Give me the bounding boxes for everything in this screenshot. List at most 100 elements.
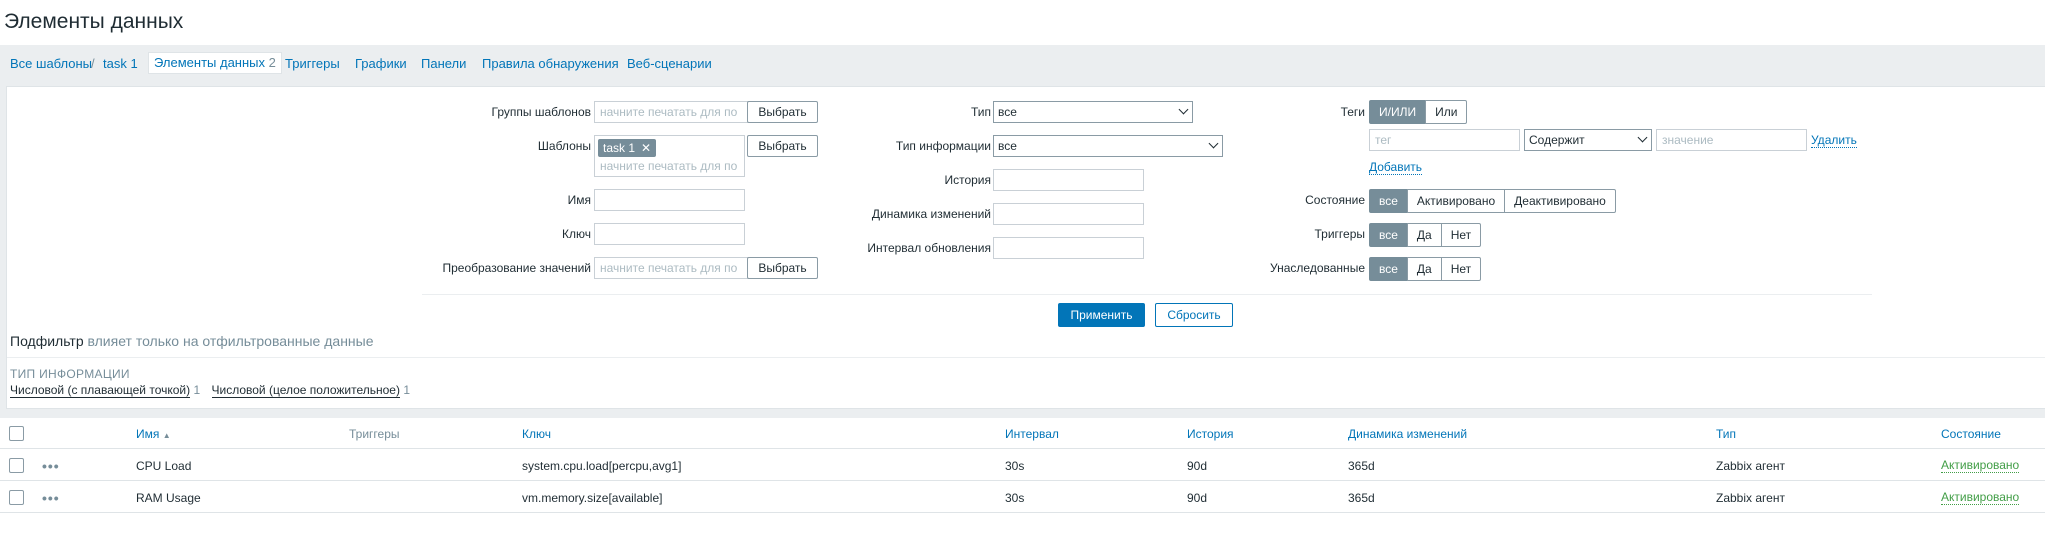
state-option-disabled[interactable]: Деактивировано bbox=[1504, 189, 1616, 213]
state-option-all[interactable]: все bbox=[1369, 189, 1408, 213]
preprocessing-label: Преобразование значений bbox=[442, 261, 591, 275]
item-history: 90d bbox=[1187, 491, 1208, 505]
chip-remove-icon[interactable]: ✕ bbox=[641, 141, 651, 155]
preprocessing-select-button[interactable]: Выбрать bbox=[747, 257, 818, 279]
item-key: system.cpu.load[percpu,avg1] bbox=[522, 459, 682, 473]
apply-button[interactable]: Применить bbox=[1058, 303, 1145, 327]
templates-search-input[interactable]: начните печатать для по bbox=[600, 159, 740, 173]
triggers-label: Триггеры bbox=[1314, 227, 1366, 241]
tab-web[interactable]: Веб-сценарии bbox=[627, 56, 712, 71]
history-label: История bbox=[944, 173, 991, 187]
tag-remove-link[interactable]: Удалить bbox=[1811, 134, 1857, 148]
tab-discovery[interactable]: Правила обнаружения bbox=[482, 56, 619, 71]
tag-value-input[interactable]: значение bbox=[1656, 129, 1807, 151]
interval-input[interactable] bbox=[993, 237, 1144, 259]
tag-operator-value: Содержит bbox=[1529, 133, 1585, 147]
tab-dashboards[interactable]: Панели bbox=[421, 56, 466, 71]
tags-label: Теги bbox=[1340, 105, 1365, 119]
subfilter-note: влияет только на отфильтрованные данные bbox=[87, 333, 374, 349]
state-toggle[interactable]: все Активировано Деактивировано bbox=[1369, 189, 1616, 213]
info-type-select[interactable]: все bbox=[993, 135, 1223, 157]
tag-operator-select[interactable]: Содержит bbox=[1524, 129, 1652, 151]
type-select-value: все bbox=[998, 105, 1017, 119]
preprocessing-input[interactable]: начните печатать для по bbox=[594, 257, 751, 279]
inherited-toggle[interactable]: все Да Нет bbox=[1369, 257, 1482, 281]
inherited-option-no[interactable]: Нет bbox=[1440, 257, 1482, 281]
trends-input[interactable] bbox=[993, 203, 1144, 225]
breadcrumb-nav: Все шаблоны / task 1 Элементы данных 2 Т… bbox=[0, 52, 2045, 78]
subfilter-option-float[interactable]: Числовой (с плавающей точкой) bbox=[10, 383, 191, 398]
template-groups-select-button[interactable]: Выбрать bbox=[747, 101, 818, 123]
triggers-option-yes[interactable]: Да bbox=[1406, 223, 1442, 247]
triggers-option-no[interactable]: Нет bbox=[1440, 223, 1482, 247]
subfilter-title: Подфильтр bbox=[10, 333, 84, 349]
template-chip-label: task 1 bbox=[603, 141, 636, 155]
item-type: Zabbix агент bbox=[1716, 491, 1785, 505]
chevron-down-icon bbox=[1208, 138, 1219, 149]
chevron-down-icon bbox=[1637, 132, 1648, 143]
tag-add-link[interactable]: Добавить bbox=[1369, 161, 1423, 175]
page-title: Элементы данных bbox=[4, 10, 184, 33]
item-status-link[interactable]: Активировано bbox=[1941, 491, 2020, 505]
breadcrumb-all-templates[interactable]: Все шаблоны bbox=[10, 56, 92, 71]
template-groups-input[interactable]: начните печатать для по bbox=[594, 101, 751, 123]
name-input[interactable] bbox=[594, 189, 745, 211]
key-input[interactable] bbox=[594, 223, 745, 245]
tab-items-label: Элементы данных bbox=[154, 55, 266, 70]
column-header-trends[interactable]: Динамика изменений bbox=[1348, 427, 1467, 441]
item-key: vm.memory.size[available] bbox=[522, 491, 663, 505]
tags-and-or-option[interactable]: И/ИЛИ bbox=[1369, 100, 1427, 124]
inherited-label: Унаследованные bbox=[1270, 261, 1365, 275]
tags-evaltype-toggle[interactable]: И/ИЛИ Или bbox=[1369, 100, 1468, 124]
row-checkbox[interactable] bbox=[9, 458, 24, 473]
templates-multiselect[interactable]: task 1 ✕ начните печатать для по bbox=[594, 135, 745, 177]
item-name-link[interactable]: CPU Load bbox=[136, 459, 191, 473]
row-divider bbox=[0, 480, 2045, 481]
triggers-option-all[interactable]: все bbox=[1369, 223, 1408, 247]
template-groups-label: Группы шаблонов bbox=[491, 105, 591, 119]
subfilter-header: Подфильтр влияет только на отфильтрованн… bbox=[10, 333, 374, 349]
item-trends: 365d bbox=[1348, 459, 1375, 473]
header-divider bbox=[0, 448, 2045, 449]
column-header-type[interactable]: Тип bbox=[1716, 427, 1736, 441]
templates-select-button[interactable]: Выбрать bbox=[747, 135, 818, 157]
row-menu-icon[interactable]: ••• bbox=[42, 490, 60, 506]
item-interval: 30s bbox=[1005, 491, 1025, 505]
column-header-history[interactable]: История bbox=[1187, 427, 1234, 441]
item-type: Zabbix агент bbox=[1716, 459, 1785, 473]
interval-label: Интервал обновления bbox=[867, 241, 991, 255]
tags-or-option[interactable]: Или bbox=[1425, 100, 1468, 124]
row-menu-icon[interactable]: ••• bbox=[42, 458, 60, 474]
subfilter-option-unsigned-count: 1 bbox=[403, 383, 410, 397]
tab-items-count: 2 bbox=[268, 55, 276, 70]
tab-triggers[interactable]: Триггеры bbox=[285, 56, 340, 71]
column-header-key[interactable]: Ключ bbox=[522, 427, 551, 441]
tag-name-input[interactable]: тег bbox=[1369, 129, 1520, 151]
breadcrumb-template[interactable]: task 1 bbox=[103, 56, 138, 71]
key-label: Ключ bbox=[562, 227, 591, 241]
triggers-toggle[interactable]: все Да Нет bbox=[1369, 223, 1482, 247]
item-name-link[interactable]: RAM Usage bbox=[136, 491, 201, 505]
subfilter-option-unsigned[interactable]: Числовой (целое положительное) bbox=[211, 383, 400, 398]
reset-button[interactable]: Сбросить bbox=[1155, 303, 1233, 327]
select-all-checkbox[interactable] bbox=[9, 426, 24, 441]
type-label: Тип bbox=[970, 105, 991, 119]
column-header-interval[interactable]: Интервал bbox=[1005, 427, 1059, 441]
tab-graphs[interactable]: Графики bbox=[355, 56, 407, 71]
type-select[interactable]: все bbox=[993, 101, 1193, 123]
filter-divider bbox=[422, 294, 1872, 295]
item-status-link[interactable]: Активировано bbox=[1941, 459, 2020, 473]
name-label: Имя bbox=[567, 193, 591, 207]
inherited-option-all[interactable]: все bbox=[1369, 257, 1408, 281]
inherited-option-yes[interactable]: Да bbox=[1406, 257, 1442, 281]
breadcrumb-separator: / bbox=[91, 56, 95, 71]
column-header-name[interactable]: Имя ▲ bbox=[136, 427, 171, 441]
state-option-enabled[interactable]: Активировано bbox=[1406, 189, 1506, 213]
sort-asc-icon: ▲ bbox=[162, 431, 171, 440]
item-trends: 365d bbox=[1348, 491, 1375, 505]
column-header-status[interactable]: Состояние bbox=[1941, 427, 2001, 441]
column-header-triggers: Триггеры bbox=[349, 427, 400, 441]
tab-items[interactable]: Элементы данных 2 bbox=[148, 52, 282, 74]
history-input[interactable] bbox=[993, 169, 1144, 191]
row-checkbox[interactable] bbox=[9, 490, 24, 505]
